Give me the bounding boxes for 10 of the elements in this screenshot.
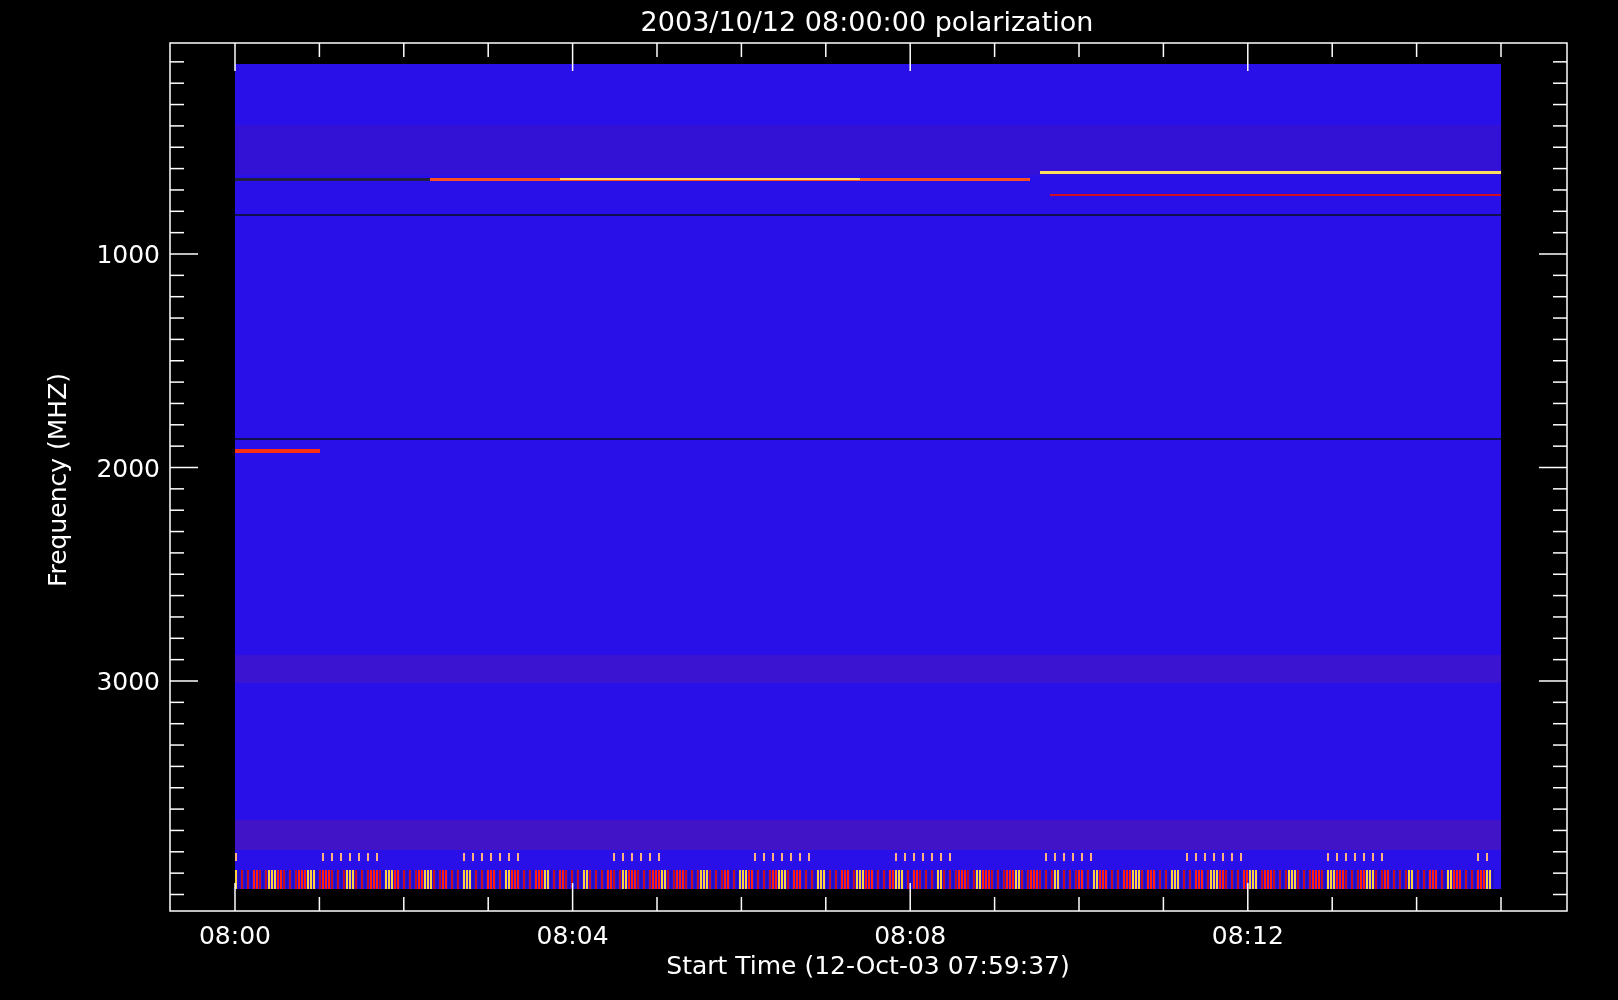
x-tick-label: 08:12	[1211, 921, 1284, 950]
x-tick-label: 08:08	[874, 921, 947, 950]
y-tick-label: 1000	[96, 240, 160, 269]
x-axis-label: Start Time (12-Oct-03 07:59:37)	[666, 951, 1070, 980]
x-tick-label: 08:04	[536, 921, 609, 950]
plot-title: 2003/10/12 08:00:00 polarization	[640, 6, 1094, 37]
x-tick-label: 08:00	[199, 921, 271, 950]
y-tick-label: 3000	[96, 667, 160, 696]
y-axis-label: Frequency (MHZ)	[43, 372, 72, 588]
y-tick-label: 2000	[96, 453, 160, 483]
